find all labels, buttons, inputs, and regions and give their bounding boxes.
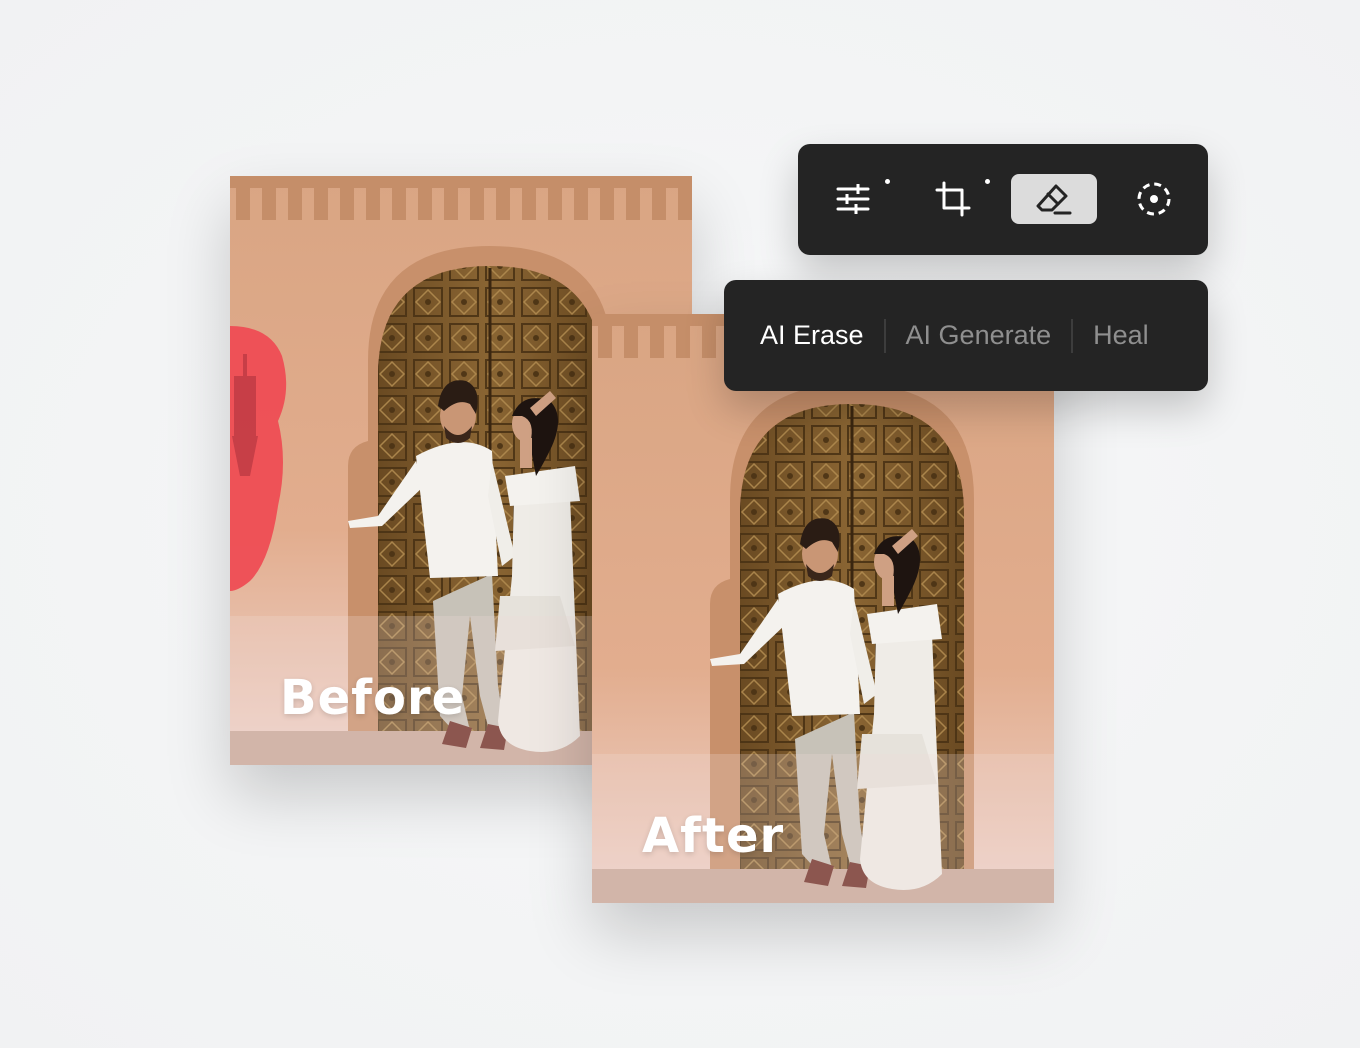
select-tool-button[interactable] [1111,174,1197,224]
adjust-tool-button[interactable] [810,174,896,224]
after-photo: After [592,314,1054,903]
crop-modified-dot [985,179,990,184]
adjust-modified-dot [885,179,890,184]
tool-toolbar [798,144,1208,255]
mode-divider [883,318,886,353]
erase-mode-toolbar: AI Erase AI Generate Heal [724,280,1208,391]
adjust-icon [836,184,870,214]
dashed-circle-select-icon [1137,182,1171,216]
after-label: After [642,808,785,864]
mode-ai-generate[interactable]: AI Generate [906,320,1052,351]
stage: Before After AI Erase AI Generate Heal [0,0,1360,1048]
erase-tool-button[interactable] [1011,174,1097,224]
mode-ai-erase[interactable]: AI Erase [760,320,864,351]
eraser-icon [1036,184,1072,215]
before-label: Before [280,670,466,726]
crop-icon [935,181,971,217]
mode-divider [1071,318,1074,353]
crop-tool-button[interactable] [910,174,996,224]
mode-heal[interactable]: Heal [1093,320,1149,351]
